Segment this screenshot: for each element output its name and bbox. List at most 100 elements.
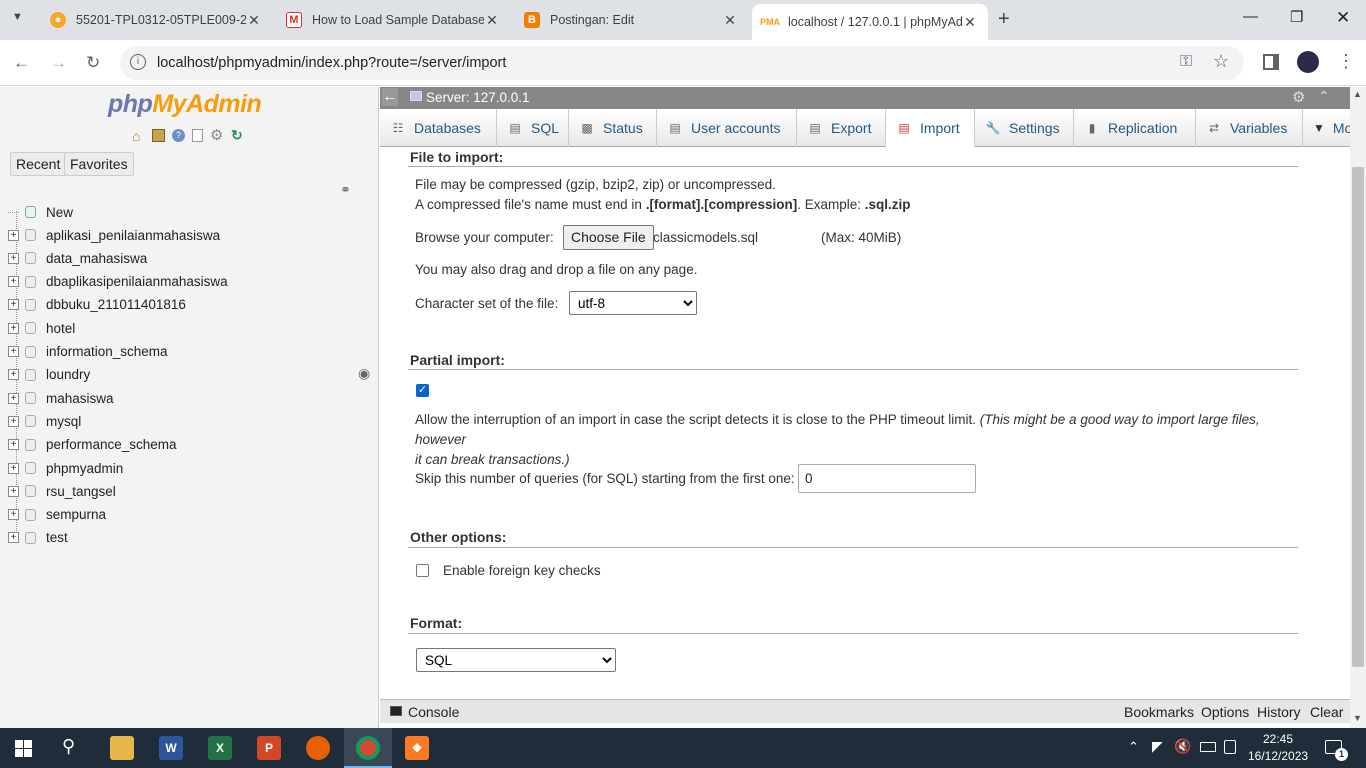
- sidebar-database-item[interactable]: + sempurna: [8, 504, 106, 526]
- home-icon[interactable]: ⌂: [132, 128, 140, 144]
- tab-export[interactable]: ▤ Export: [797, 109, 886, 147]
- bookmark-star-icon[interactable]: ☆: [1213, 51, 1229, 72]
- camera-icon[interactable]: [1224, 740, 1236, 754]
- page-scrollbar[interactable]: ▲ ▼: [1350, 87, 1366, 728]
- sidebar-database-item[interactable]: + dbaplikasipenilaianmahasiswa: [8, 271, 228, 293]
- tab-search-icon[interactable]: ▼: [12, 11, 23, 23]
- chrome-icon[interactable]: [356, 736, 380, 760]
- restore-icon[interactable]: ❐: [1290, 8, 1303, 26]
- tab-variables[interactable]: ⇄ Variables: [1196, 109, 1303, 147]
- console-bookmarks[interactable]: Bookmarks: [1124, 704, 1194, 720]
- tab-import[interactable]: ▤ Import: [886, 109, 975, 147]
- browser-tab[interactable]: M How to Load Sample Database ✕: [276, 0, 510, 40]
- help-icon[interactable]: ?: [172, 129, 185, 142]
- scroll-up-icon[interactable]: ▲: [1353, 89, 1362, 99]
- profile-avatar[interactable]: [1297, 51, 1319, 73]
- sidebar-database-item[interactable]: + test: [8, 527, 68, 549]
- word-icon[interactable]: W: [159, 736, 183, 760]
- sidebar-database-item[interactable]: + hotel: [8, 317, 75, 339]
- powerpoint-icon[interactable]: P: [257, 736, 281, 760]
- close-window-icon[interactable]: ✕: [1336, 8, 1350, 28]
- console-bar[interactable]: Console Bookmarks Options History Clear: [380, 699, 1350, 723]
- console-history[interactable]: History: [1257, 704, 1301, 720]
- expand-icon[interactable]: +: [8, 369, 19, 381]
- console-options[interactable]: Options: [1201, 704, 1249, 720]
- allow-interrupt-checkbox[interactable]: ✓: [416, 384, 429, 397]
- browser-tab-active[interactable]: PMA localhost / 127.0.0.1 | phpMyAd ✕: [752, 4, 988, 40]
- expand-icon[interactable]: +: [8, 252, 19, 264]
- expand-icon[interactable]: +: [8, 509, 19, 521]
- sidebar-database-item[interactable]: + mahasiswa: [8, 387, 114, 409]
- refresh-icon[interactable]: ↻: [231, 127, 243, 144]
- tab-sql[interactable]: ▤ SQL: [497, 109, 569, 147]
- close-tab-icon[interactable]: ✕: [962, 14, 978, 31]
- windows-start-icon[interactable]: [15, 740, 32, 757]
- excel-icon[interactable]: X: [208, 736, 232, 760]
- scroll-down-icon[interactable]: ▼: [1353, 713, 1362, 723]
- tab-more[interactable]: ▼ Mo: [1303, 109, 1352, 147]
- browser-tab[interactable]: ● 55201-TPL0312-05TPLE009-202 ✕: [40, 0, 272, 40]
- docs-icon[interactable]: [192, 129, 203, 142]
- minimize-icon[interactable]: —: [1243, 8, 1258, 25]
- sidebar-database-item[interactable]: + mysql: [8, 410, 81, 432]
- collapse-sidebar-icon[interactable]: ←: [382, 88, 398, 106]
- collapse-top-icon[interactable]: ⌃: [1318, 88, 1330, 105]
- sidebar-database-item[interactable]: + loundry: [8, 364, 90, 386]
- expand-icon[interactable]: +: [8, 462, 19, 474]
- recent-button[interactable]: Recent: [10, 152, 67, 176]
- skip-queries-input[interactable]: 0: [798, 464, 976, 493]
- close-tab-icon[interactable]: ✕: [722, 12, 738, 29]
- password-key-icon[interactable]: ⚿: [1180, 53, 1192, 71]
- console-toggle[interactable]: Console: [408, 704, 459, 720]
- address-bar[interactable]: i localhost/phpmyadmin/index.php?route=/…: [120, 46, 1244, 80]
- tab-settings[interactable]: 🔧 Settings: [975, 109, 1074, 147]
- expand-icon[interactable]: +: [8, 276, 19, 288]
- expand-icon[interactable]: +: [8, 299, 19, 311]
- page-settings-gear-icon[interactable]: ⚙: [1292, 88, 1305, 106]
- favorites-button[interactable]: Favorites: [64, 152, 134, 176]
- reload-icon[interactable]: ↻: [86, 53, 100, 73]
- show-hidden-icons-icon[interactable]: ⌃: [1128, 739, 1139, 755]
- sidebar-database-item[interactable]: + phpmyadmin: [8, 457, 123, 479]
- tab-databases[interactable]: ☷ Databases: [380, 109, 497, 147]
- charset-select[interactable]: utf-8: [569, 291, 697, 315]
- expand-icon[interactable]: +: [8, 532, 19, 544]
- site-info-icon[interactable]: i: [130, 54, 146, 70]
- sidebar-database-item[interactable]: + information_schema: [8, 341, 168, 363]
- chrome-menu-icon[interactable]: ⋮: [1337, 51, 1355, 72]
- sidebar-database-item[interactable]: + rsu_tangsel: [8, 480, 116, 502]
- firefox-icon[interactable]: [306, 736, 330, 760]
- tab-user-accounts[interactable]: ▤ User accounts: [657, 109, 797, 147]
- back-icon[interactable]: ←: [13, 53, 30, 73]
- foreign-key-checkbox[interactable]: [416, 564, 429, 577]
- tab-status[interactable]: ▩ Status: [569, 109, 657, 147]
- clock-time[interactable]: 22:45: [1263, 732, 1293, 746]
- expand-icon[interactable]: +: [8, 229, 19, 241]
- sidebar-database-item[interactable]: + performance_schema: [8, 434, 177, 456]
- expand-icon[interactable]: +: [8, 322, 19, 334]
- scrollbar-thumb[interactable]: [1352, 167, 1364, 667]
- server-breadcrumb[interactable]: Server: 127.0.0.1: [426, 90, 530, 105]
- xampp-icon[interactable]: ❖: [405, 736, 429, 760]
- expand-icon[interactable]: +: [8, 439, 19, 451]
- new-database-item[interactable]: New: [8, 201, 73, 223]
- phpmyadmin-logo[interactable]: phpMyAdmin: [108, 90, 262, 119]
- expand-icon[interactable]: +: [8, 392, 19, 404]
- choose-file-button[interactable]: Choose File: [563, 225, 654, 250]
- battery-icon[interactable]: [1200, 742, 1216, 752]
- show-hidden-items-icon[interactable]: ◉: [358, 365, 370, 382]
- file-explorer-icon[interactable]: [110, 736, 134, 760]
- logout-icon[interactable]: [152, 129, 165, 142]
- tab-replication[interactable]: ▮ Replication: [1074, 109, 1196, 147]
- expand-icon[interactable]: +: [8, 346, 19, 357]
- sidebar-database-item[interactable]: + data_mahasiswa: [8, 247, 147, 269]
- close-tab-icon[interactable]: ✕: [484, 12, 500, 29]
- network-icon[interactable]: ◤: [1152, 738, 1163, 755]
- clock-date[interactable]: 16/12/2023: [1248, 749, 1308, 763]
- settings-gear-icon[interactable]: ⚙: [210, 126, 223, 144]
- console-clear[interactable]: Clear: [1310, 704, 1343, 720]
- sidebar-database-item[interactable]: + dbbuku_211011401816: [8, 294, 186, 316]
- new-tab-icon[interactable]: +: [998, 8, 1010, 31]
- forward-icon[interactable]: →: [50, 53, 67, 73]
- side-panel-icon[interactable]: [1263, 54, 1279, 70]
